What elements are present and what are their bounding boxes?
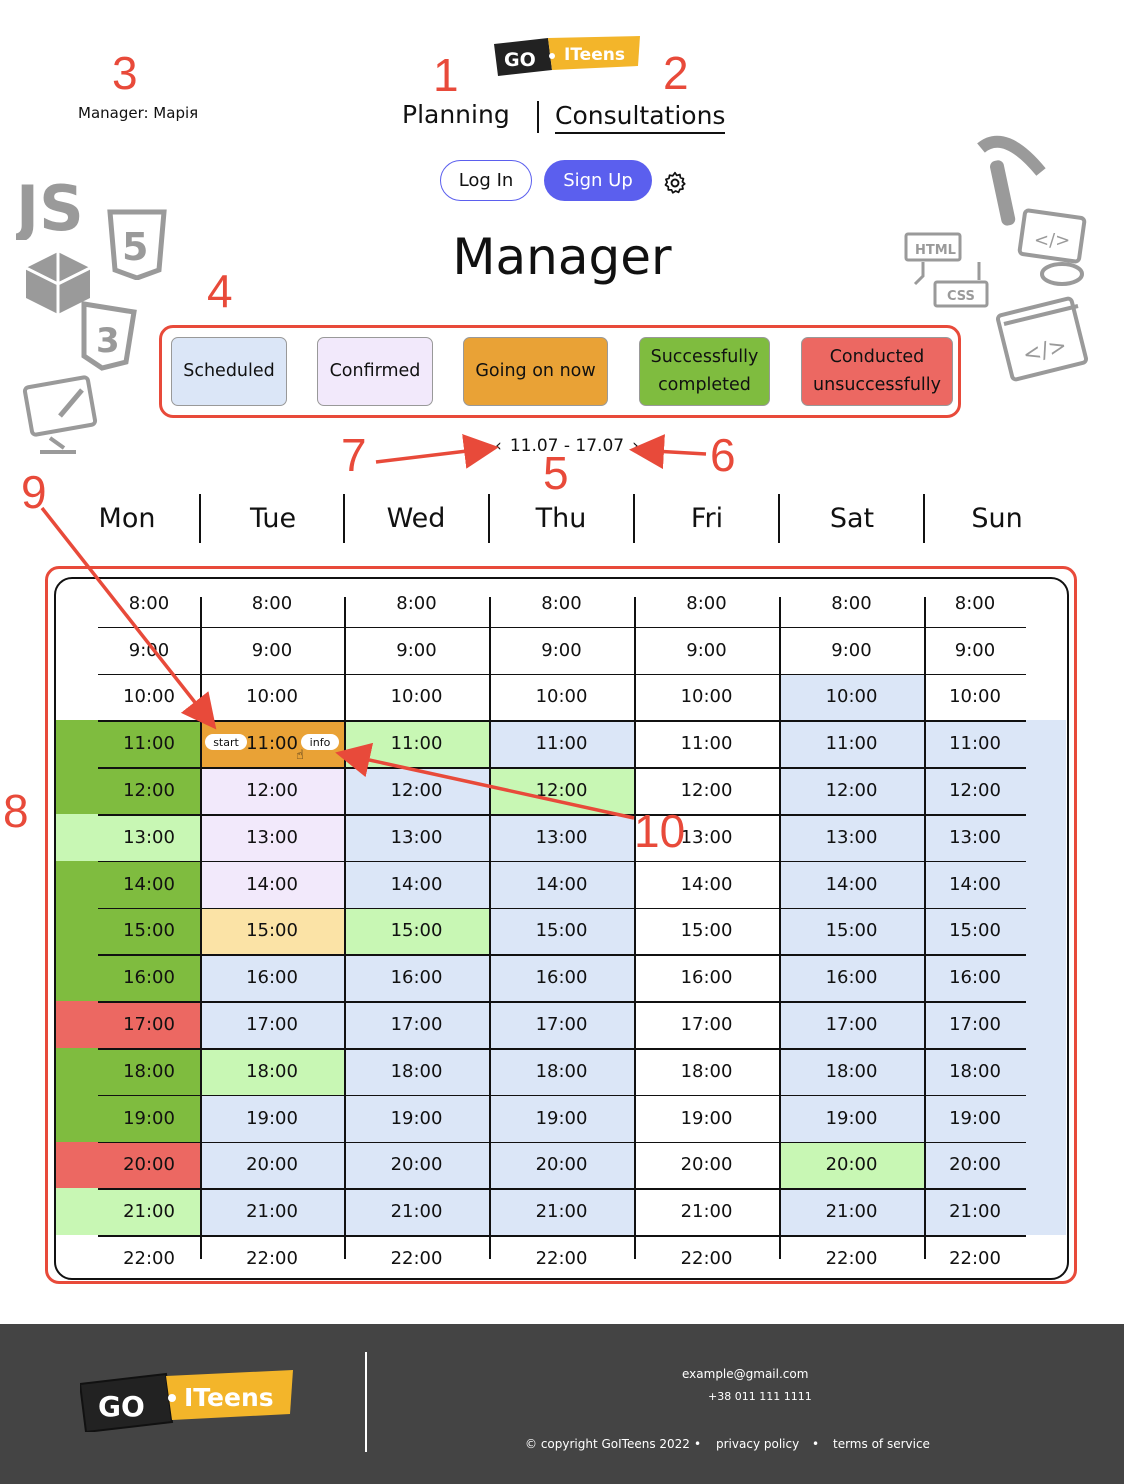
footer-email[interactable]: example@gmail.com: [682, 1367, 808, 1381]
footer-copyright: © copyright GoITeens 2022: [525, 1437, 690, 1451]
footer-divider: [365, 1352, 367, 1452]
annotation-arrows: [40, 433, 707, 820]
footer-logo[interactable]: GO ITeens: [80, 1370, 295, 1432]
footer-privacy-link[interactable]: privacy policy: [716, 1437, 799, 1451]
footer-phone[interactable]: +38 011 111 1111: [708, 1390, 812, 1403]
footer-bullet: •: [694, 1437, 702, 1451]
svg-text:GO: GO: [98, 1390, 145, 1423]
svg-text:ITeens: ITeens: [184, 1383, 274, 1412]
footer-terms-link[interactable]: terms of service: [833, 1437, 930, 1451]
footer-bullet: •: [812, 1437, 820, 1451]
